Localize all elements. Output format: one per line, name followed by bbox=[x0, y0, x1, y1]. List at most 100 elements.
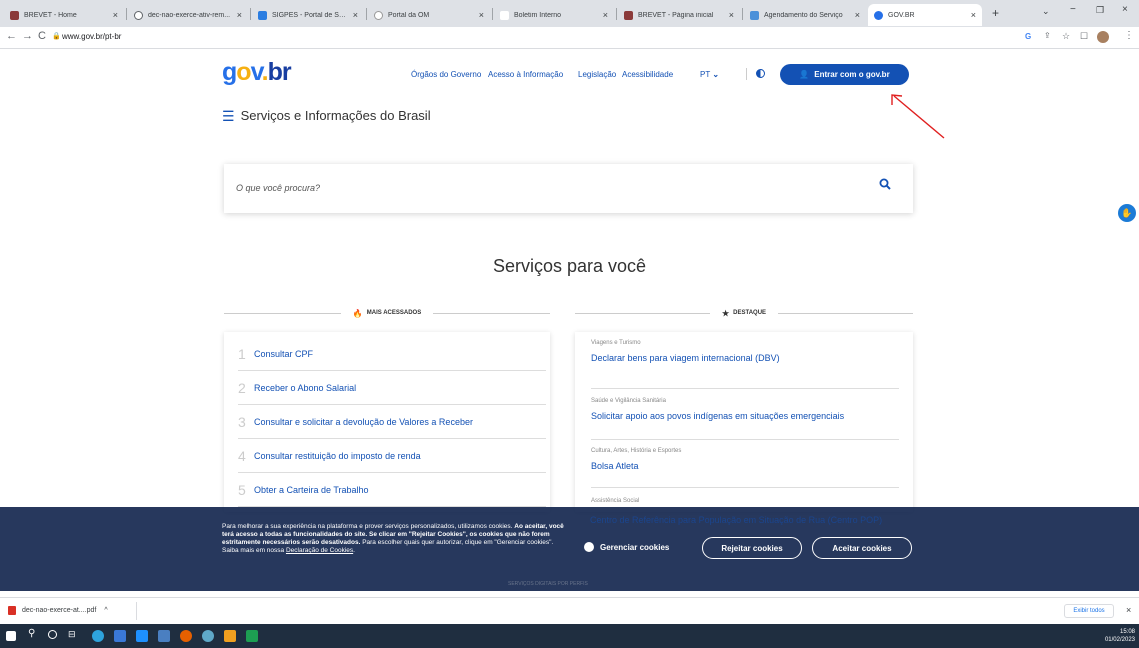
favicon-icon bbox=[10, 11, 19, 20]
section-title: Serviços para você bbox=[0, 256, 1139, 277]
forward-icon[interactable]: → bbox=[22, 30, 33, 42]
close-icon[interactable]: × bbox=[237, 10, 242, 20]
manage-cookies-button[interactable]: Gerenciar cookies bbox=[584, 542, 669, 552]
tab-sigpes[interactable]: SIGPES - Portal de Serviço × bbox=[252, 4, 364, 26]
url-field[interactable]: www.gov.br/pt-br bbox=[62, 32, 121, 41]
hamburger-icon[interactable]: ☰ bbox=[222, 109, 235, 123]
red-arrow-annotation bbox=[888, 92, 948, 142]
language-selector[interactable]: PT ⌄ bbox=[700, 70, 719, 79]
tab-agendamento[interactable]: Agendamento do Serviço × bbox=[744, 4, 866, 26]
link-orgaos-governo[interactable]: Órgãos do Governo bbox=[411, 70, 481, 79]
govbr-favicon-icon bbox=[874, 11, 883, 20]
list-item[interactable]: Saúde e Vigilância Sanitária Solicitar a… bbox=[591, 398, 899, 440]
show-all-downloads-button[interactable]: Exibir todos bbox=[1064, 604, 1114, 618]
list-item[interactable]: 4Consultar restituição do imposto de ren… bbox=[238, 440, 546, 473]
page-icon bbox=[500, 11, 509, 20]
mais-acessados-header: 🔥MAIS ACESSADOS bbox=[224, 306, 550, 320]
user-icon: 👤 bbox=[799, 70, 809, 79]
close-icon[interactable]: × bbox=[113, 10, 118, 20]
download-item[interactable]: dec-nao-exerce-at....pdf ^ bbox=[8, 606, 108, 615]
search-icon[interactable]: ⚲ bbox=[28, 628, 35, 639]
contrast-toggle-icon[interactable] bbox=[756, 69, 765, 78]
windows-taskbar: ⚲ ⊟ 15:08 01/02/2023 bbox=[0, 624, 1139, 648]
tab-search-icon[interactable]: ⌄ bbox=[1042, 6, 1050, 17]
share-icon[interactable]: ⇪ bbox=[1044, 31, 1051, 40]
search-box bbox=[224, 164, 913, 213]
link-acesso-informacao[interactable]: Acesso à Informação bbox=[488, 70, 563, 79]
destaque-list: Viagens e Turismo Declarar bens para via… bbox=[575, 332, 913, 512]
bookmark-star-icon[interactable]: ☆ bbox=[1062, 31, 1070, 42]
chrome-icon[interactable] bbox=[202, 630, 214, 642]
cortana-icon[interactable] bbox=[48, 630, 57, 639]
pdf-icon bbox=[8, 606, 16, 615]
window-close-icon[interactable]: × bbox=[1122, 4, 1128, 15]
lock-icon: 🔒 bbox=[52, 32, 61, 40]
profile-avatar[interactable] bbox=[1097, 31, 1109, 43]
destaque-header: ★DESTAQUE bbox=[575, 306, 913, 320]
tab-portal-om[interactable]: Portal da OM × bbox=[368, 4, 490, 26]
file-explorer-icon[interactable] bbox=[114, 630, 126, 642]
address-bar: ← → C 🔒 www.gov.br/pt-br G ⇪ ☆ ☐ ⋮ bbox=[0, 27, 1139, 49]
list-item[interactable]: 5Obter a Carteira de Trabalho bbox=[238, 474, 546, 507]
reload-icon[interactable]: C bbox=[38, 30, 46, 42]
restore-icon[interactable]: ❐ bbox=[1096, 5, 1104, 16]
tab-brevet-home[interactable]: BREVET - Home × bbox=[4, 4, 124, 26]
minimize-icon[interactable]: − bbox=[1070, 4, 1076, 15]
close-icon[interactable]: × bbox=[603, 10, 608, 20]
firefox-icon[interactable] bbox=[180, 630, 192, 642]
cookie-declaration-link[interactable]: Declaração de Cookies bbox=[286, 547, 353, 554]
sigpes-icon bbox=[258, 11, 267, 20]
list-item[interactable]: Viagens e Turismo Declarar bens para via… bbox=[591, 340, 899, 389]
link-acessibilidade[interactable]: Acessibilidade bbox=[622, 70, 673, 79]
servicos-perfis-label: SERVIÇOS DIGITAIS POR PERFIS bbox=[508, 581, 588, 587]
cookie-banner: Para melhorar a sua experiência na plata… bbox=[0, 507, 1139, 591]
tab-brevet-inicial[interactable]: BREVET - Página inicial × bbox=[618, 4, 740, 26]
downloads-bar: dec-nao-exerce-at....pdf ^ Exibir todos … bbox=[0, 597, 1139, 623]
cookie-icon bbox=[584, 542, 594, 552]
accept-cookies-button[interactable]: Aceitar cookies bbox=[812, 537, 912, 559]
close-icon[interactable]: × bbox=[479, 10, 484, 20]
mais-acessados-list: 1Consultar CPF 2Receber o Abono Salarial… bbox=[224, 332, 550, 512]
sidepanel-icon[interactable]: ☐ bbox=[1080, 31, 1088, 42]
reject-cookies-button[interactable]: Rejeitar cookies bbox=[702, 537, 802, 559]
edge-icon[interactable] bbox=[92, 630, 104, 642]
new-tab-icon[interactable]: + bbox=[992, 6, 999, 20]
system-clock[interactable]: 15:08 01/02/2023 bbox=[1105, 628, 1135, 644]
back-icon[interactable]: ← bbox=[6, 30, 17, 42]
accessibility-widget-icon[interactable]: ✋ bbox=[1118, 204, 1136, 222]
destaque-item-obscured: Centro de Referência para População em S… bbox=[590, 515, 890, 526]
app-icon[interactable] bbox=[224, 630, 236, 642]
list-item[interactable]: 1Consultar CPF bbox=[238, 338, 546, 371]
tab-dec-nao-exerce[interactable]: dec-nao-exerce-ativ-rem... × bbox=[128, 4, 248, 26]
store-icon[interactable] bbox=[136, 630, 148, 642]
site-title: Serviços e Informações do Brasil bbox=[241, 108, 431, 123]
favicon-icon bbox=[624, 11, 633, 20]
tab-govbr[interactable]: GOV.BR × bbox=[868, 4, 982, 26]
close-icon[interactable]: × bbox=[1126, 605, 1131, 615]
list-item[interactable]: Cultura, Artes, História e Esportes Bols… bbox=[591, 448, 899, 488]
mail-icon[interactable] bbox=[158, 630, 170, 642]
cookie-message: Para melhorar a sua experiência na plata… bbox=[222, 523, 567, 555]
task-view-icon[interactable]: ⊟ bbox=[68, 629, 76, 640]
chevron-down-icon: ⌄ bbox=[712, 70, 719, 79]
tab-boletim-interno[interactable]: Boletim Interno × bbox=[494, 4, 614, 26]
list-item[interactable]: 2Receber o Abono Salarial bbox=[238, 372, 546, 405]
search-input[interactable] bbox=[236, 174, 856, 202]
close-icon[interactable]: × bbox=[353, 10, 358, 20]
chevron-up-icon[interactable]: ^ bbox=[104, 607, 107, 614]
browser-tab-bar: BREVET - Home × dec-nao-exerce-ativ-rem.… bbox=[0, 0, 1139, 27]
govbr-logo[interactable]: gov.br bbox=[222, 58, 291, 87]
google-icon[interactable]: G bbox=[1025, 32, 1031, 41]
main-menu[interactable]: ☰ Serviços e Informações do Brasil bbox=[222, 108, 431, 123]
windows-start-icon[interactable] bbox=[6, 631, 16, 641]
link-legislacao[interactable]: Legislação bbox=[578, 70, 616, 79]
login-govbr-button[interactable]: 👤 Entrar com o gov.br bbox=[780, 64, 909, 85]
portal-icon bbox=[374, 11, 383, 20]
list-item[interactable]: 3Consultar e solicitar a devolução de Va… bbox=[238, 406, 546, 439]
close-icon[interactable]: × bbox=[729, 10, 734, 20]
search-icon[interactable] bbox=[879, 178, 891, 190]
close-icon[interactable]: × bbox=[971, 10, 976, 20]
menu-kebab-icon[interactable]: ⋮ bbox=[1124, 30, 1134, 41]
excel-icon[interactable] bbox=[246, 630, 258, 642]
close-icon[interactable]: × bbox=[855, 10, 860, 20]
